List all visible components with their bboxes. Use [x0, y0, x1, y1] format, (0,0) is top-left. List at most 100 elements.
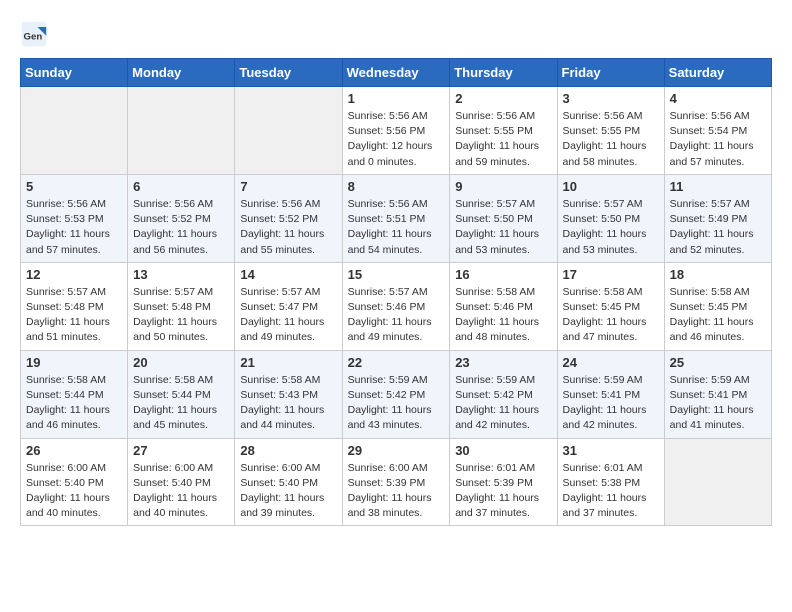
day-info: Sunrise: 5:59 AM Sunset: 5:42 PM Dayligh… [455, 373, 551, 434]
calendar-cell [21, 87, 128, 175]
calendar-cell: 18 Sunrise: 5:58 AM Sunset: 5:45 PM Dayli… [664, 262, 771, 350]
day-number: 26 [26, 443, 122, 458]
day-info: Sunrise: 5:58 AM Sunset: 5:44 PM Dayligh… [133, 373, 229, 434]
day-info: Sunrise: 6:01 AM Sunset: 5:39 PM Dayligh… [455, 461, 551, 522]
week-row-4: 19 Sunrise: 5:58 AM Sunset: 5:44 PM Dayli… [21, 350, 772, 438]
svg-text:Gen: Gen [24, 31, 43, 42]
day-info: Sunrise: 5:57 AM Sunset: 5:49 PM Dayligh… [670, 197, 766, 258]
calendar-cell: 10 Sunrise: 5:57 AM Sunset: 5:50 PM Dayli… [557, 174, 664, 262]
weekday-header-thursday: Thursday [450, 59, 557, 87]
day-number: 11 [670, 179, 766, 194]
day-info: Sunrise: 5:58 AM Sunset: 5:46 PM Dayligh… [455, 285, 551, 346]
day-info: Sunrise: 5:58 AM Sunset: 5:43 PM Dayligh… [240, 373, 336, 434]
week-row-3: 12 Sunrise: 5:57 AM Sunset: 5:48 PM Dayli… [21, 262, 772, 350]
calendar-cell: 29 Sunrise: 6:00 AM Sunset: 5:39 PM Dayli… [342, 438, 450, 526]
calendar-cell: 2Sunrise: 5:56 AM Sunset: 5:55 PM Daylig… [450, 87, 557, 175]
calendar-cell: 27 Sunrise: 6:00 AM Sunset: 5:40 PM Dayli… [128, 438, 235, 526]
day-info: Sunrise: 6:01 AM Sunset: 5:38 PM Dayligh… [563, 461, 659, 522]
day-info: Sunrise: 5:57 AM Sunset: 5:48 PM Dayligh… [133, 285, 229, 346]
day-number: 4 [670, 91, 766, 106]
day-number: 6 [133, 179, 229, 194]
day-number: 13 [133, 267, 229, 282]
calendar-cell: 16 Sunrise: 5:58 AM Sunset: 5:46 PM Dayli… [450, 262, 557, 350]
day-info: Sunrise: 6:00 AM Sunset: 5:40 PM Dayligh… [240, 461, 336, 522]
calendar-cell: 25 Sunrise: 5:59 AM Sunset: 5:41 PM Dayli… [664, 350, 771, 438]
day-number: 24 [563, 355, 659, 370]
week-row-2: 5 Sunrise: 5:56 AM Sunset: 5:53 PM Daylig… [21, 174, 772, 262]
day-info: Sunrise: 5:59 AM Sunset: 5:41 PM Dayligh… [563, 373, 659, 434]
weekday-header-row: SundayMondayTuesdayWednesdayThursdayFrid… [21, 59, 772, 87]
calendar-cell: 20 Sunrise: 5:58 AM Sunset: 5:44 PM Dayli… [128, 350, 235, 438]
day-info: Sunrise: 5:57 AM Sunset: 5:46 PM Dayligh… [348, 285, 445, 346]
calendar-cell: 21 Sunrise: 5:58 AM Sunset: 5:43 PM Dayli… [235, 350, 342, 438]
calendar-cell [235, 87, 342, 175]
day-info: Sunrise: 5:56 AM Sunset: 5:53 PM Dayligh… [26, 197, 122, 258]
calendar-cell: 22Sunrise: 5:59 AM Sunset: 5:42 PM Dayli… [342, 350, 450, 438]
day-info: Sunrise: 5:56 AM Sunset: 5:55 PM Dayligh… [563, 109, 659, 170]
calendar-cell: 6 Sunrise: 5:56 AM Sunset: 5:52 PM Daylig… [128, 174, 235, 262]
calendar-cell: 8 Sunrise: 5:56 AM Sunset: 5:51 PM Daylig… [342, 174, 450, 262]
day-number: 3 [563, 91, 659, 106]
day-number: 8 [348, 179, 445, 194]
day-number: 7 [240, 179, 336, 194]
day-info: Sunrise: 5:56 AM Sunset: 5:52 PM Dayligh… [133, 197, 229, 258]
calendar-cell: 12Sunrise: 5:57 AM Sunset: 5:48 PM Dayli… [21, 262, 128, 350]
day-number: 15 [348, 267, 445, 282]
day-number: 29 [348, 443, 445, 458]
weekday-header-wednesday: Wednesday [342, 59, 450, 87]
weekday-header-saturday: Saturday [664, 59, 771, 87]
day-info: Sunrise: 5:59 AM Sunset: 5:41 PM Dayligh… [670, 373, 766, 434]
day-number: 16 [455, 267, 551, 282]
calendar-cell: 11 Sunrise: 5:57 AM Sunset: 5:49 PM Dayli… [664, 174, 771, 262]
day-number: 12 [26, 267, 122, 282]
day-info: Sunrise: 5:58 AM Sunset: 5:45 PM Dayligh… [563, 285, 659, 346]
day-number: 19 [26, 355, 122, 370]
calendar-cell: 19 Sunrise: 5:58 AM Sunset: 5:44 PM Dayli… [21, 350, 128, 438]
day-number: 9 [455, 179, 551, 194]
day-number: 21 [240, 355, 336, 370]
day-info: Sunrise: 5:56 AM Sunset: 5:55 PM Dayligh… [455, 109, 551, 170]
calendar-cell: 15 Sunrise: 5:57 AM Sunset: 5:46 PM Dayli… [342, 262, 450, 350]
calendar-cell: 4 Sunrise: 5:56 AM Sunset: 5:54 PM Daylig… [664, 87, 771, 175]
day-info: Sunrise: 5:59 AM Sunset: 5:42 PM Dayligh… [348, 373, 445, 434]
weekday-header-monday: Monday [128, 59, 235, 87]
calendar-cell [128, 87, 235, 175]
day-info: Sunrise: 5:56 AM Sunset: 5:54 PM Dayligh… [670, 109, 766, 170]
weekday-header-tuesday: Tuesday [235, 59, 342, 87]
day-number: 31 [563, 443, 659, 458]
calendar-cell: 1 Sunrise: 5:56 AM Sunset: 5:56 PM Daylig… [342, 87, 450, 175]
day-number: 10 [563, 179, 659, 194]
day-number: 25 [670, 355, 766, 370]
day-number: 18 [670, 267, 766, 282]
week-row-1: 1 Sunrise: 5:56 AM Sunset: 5:56 PM Daylig… [21, 87, 772, 175]
calendar-cell: 30 Sunrise: 6:01 AM Sunset: 5:39 PM Dayli… [450, 438, 557, 526]
day-info: Sunrise: 6:00 AM Sunset: 5:40 PM Dayligh… [26, 461, 122, 522]
day-info: Sunrise: 6:00 AM Sunset: 5:40 PM Dayligh… [133, 461, 229, 522]
day-info: Sunrise: 5:57 AM Sunset: 5:50 PM Dayligh… [455, 197, 551, 258]
logo: Gen [20, 20, 52, 48]
calendar-cell [664, 438, 771, 526]
day-number: 5 [26, 179, 122, 194]
day-info: Sunrise: 5:58 AM Sunset: 5:44 PM Dayligh… [26, 373, 122, 434]
calendar-cell: 5 Sunrise: 5:56 AM Sunset: 5:53 PM Daylig… [21, 174, 128, 262]
day-info: Sunrise: 5:56 AM Sunset: 5:56 PM Dayligh… [348, 109, 445, 170]
day-number: 27 [133, 443, 229, 458]
calendar-cell: 23Sunrise: 5:59 AM Sunset: 5:42 PM Dayli… [450, 350, 557, 438]
day-info: Sunrise: 5:56 AM Sunset: 5:52 PM Dayligh… [240, 197, 336, 258]
day-info: Sunrise: 6:00 AM Sunset: 5:39 PM Dayligh… [348, 461, 445, 522]
calendar-cell: 26 Sunrise: 6:00 AM Sunset: 5:40 PM Dayli… [21, 438, 128, 526]
week-row-5: 26 Sunrise: 6:00 AM Sunset: 5:40 PM Dayli… [21, 438, 772, 526]
calendar-cell: 14Sunrise: 5:57 AM Sunset: 5:47 PM Dayli… [235, 262, 342, 350]
calendar-cell: 28 Sunrise: 6:00 AM Sunset: 5:40 PM Dayli… [235, 438, 342, 526]
calendar: SundayMondayTuesdayWednesdayThursdayFrid… [20, 58, 772, 526]
day-number: 20 [133, 355, 229, 370]
day-info: Sunrise: 5:56 AM Sunset: 5:51 PM Dayligh… [348, 197, 445, 258]
day-info: Sunrise: 5:58 AM Sunset: 5:45 PM Dayligh… [670, 285, 766, 346]
day-number: 1 [348, 91, 445, 106]
day-number: 28 [240, 443, 336, 458]
weekday-header-friday: Friday [557, 59, 664, 87]
day-info: Sunrise: 5:57 AM Sunset: 5:50 PM Dayligh… [563, 197, 659, 258]
day-number: 30 [455, 443, 551, 458]
calendar-cell: 31 Sunrise: 6:01 AM Sunset: 5:38 PM Dayli… [557, 438, 664, 526]
calendar-cell: 24 Sunrise: 5:59 AM Sunset: 5:41 PM Dayli… [557, 350, 664, 438]
